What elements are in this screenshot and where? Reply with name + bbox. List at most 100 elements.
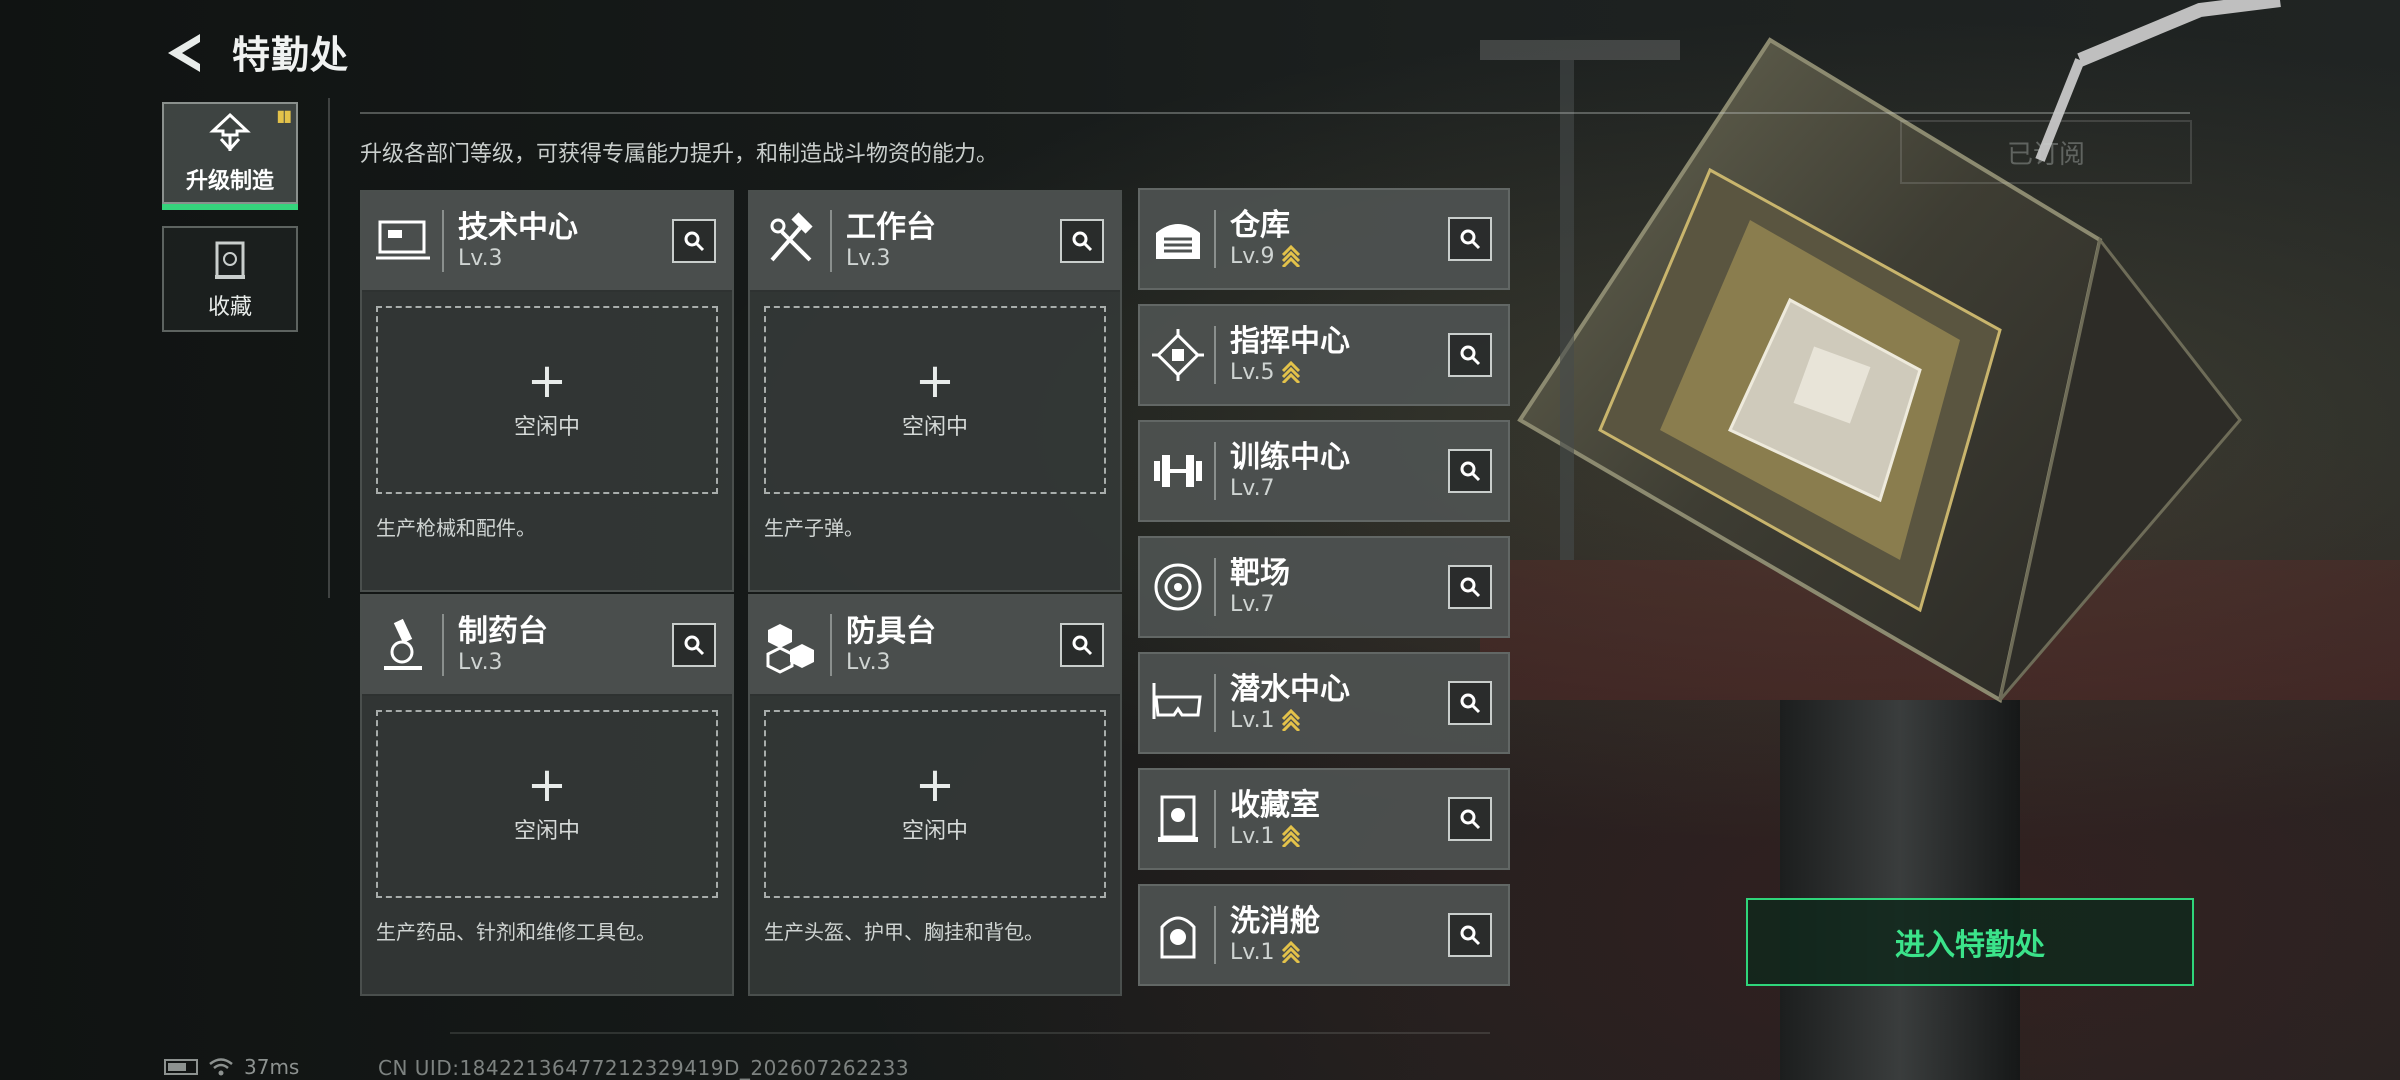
separator xyxy=(1214,674,1216,732)
separator xyxy=(1214,558,1216,616)
upgrade-chevron-icon xyxy=(1281,709,1300,732)
separator xyxy=(1214,326,1216,384)
ping-value: 37ms xyxy=(244,1055,300,1079)
magnifier-icon xyxy=(1460,577,1481,598)
facility-level: Lv.3 xyxy=(846,245,891,271)
upgrade-chevron-icon xyxy=(1281,941,1300,964)
facility-header[interactable]: 防具台 Lv.3 xyxy=(750,596,1120,696)
facility-card-armor: 防具台 Lv.3 + 空闲中 生产头盔、护甲、胸挂和背包。 xyxy=(748,594,1122,996)
nav-upgrade-craft[interactable]: ▮▮ 升级制造 xyxy=(162,102,298,210)
dept-card-training-center[interactable]: 训练中心 Lv.7 xyxy=(1138,420,1510,522)
facility-description: 生产头盔、护甲、胸挂和背包。 xyxy=(764,920,1044,944)
dept-card-collection-room[interactable]: 收藏室 Lv.1 xyxy=(1138,768,1510,870)
separator xyxy=(1214,790,1216,848)
plus-icon: + xyxy=(526,757,568,813)
separator xyxy=(1214,210,1216,268)
plus-icon: + xyxy=(526,353,568,409)
magnifier-icon xyxy=(1072,231,1093,252)
dept-name: 仓库 xyxy=(1230,208,1290,244)
production-slot[interactable]: + 空闲中 xyxy=(376,710,718,898)
magnifier-icon xyxy=(1072,635,1093,656)
dept-card-diving-center[interactable]: 潜水中心 Lv.1 xyxy=(1138,652,1510,754)
search-button[interactable] xyxy=(1448,913,1492,957)
slot-status: 空闲中 xyxy=(901,415,968,440)
facility-description: 生产药品、针剂和维修工具包。 xyxy=(376,920,656,944)
enter-special-ops-button[interactable]: 进入特勤处 xyxy=(1746,898,2194,986)
facility-description: 生产枪械和配件。 xyxy=(376,516,536,540)
search-button[interactable] xyxy=(1060,623,1104,667)
search-button[interactable] xyxy=(1448,681,1492,725)
back-arrow-icon[interactable] xyxy=(160,28,210,78)
dept-level: Lv.7 xyxy=(1230,591,1275,617)
slot-status: 空闲中 xyxy=(901,819,968,844)
dept-card-decon-chamber[interactable]: 洗消舱 Lv.1 xyxy=(1138,884,1510,986)
dept-card-command-center[interactable]: 指挥中心 Lv.5 xyxy=(1138,304,1510,406)
hazmat-icon xyxy=(1160,916,1196,959)
section-description: 升级各部门等级，可获得专属能力提升，和制造战斗物资的能力。 xyxy=(360,142,999,167)
separator xyxy=(1214,906,1216,964)
magnifier-icon xyxy=(1460,925,1481,946)
production-slot[interactable]: + 空闲中 xyxy=(764,710,1106,898)
dept-name: 指挥中心 xyxy=(1230,324,1350,360)
dept-card-warehouse[interactable]: 仓库 Lv.9 xyxy=(1138,188,1510,290)
dept-name: 靶场 xyxy=(1230,556,1290,592)
user-uid: CN UID:18422136477212329419D_20260726223… xyxy=(378,1056,910,1080)
dept-card-shooting-range[interactable]: 靶场 Lv.7 xyxy=(1138,536,1510,638)
magnifier-icon xyxy=(1460,229,1481,250)
facility-level: Lv.3 xyxy=(458,245,503,271)
target-icon xyxy=(1154,563,1202,611)
subscribed-button[interactable]: 已订阅 xyxy=(1900,120,2192,184)
dept-level: Lv.9 xyxy=(1230,243,1275,269)
magnifier-icon xyxy=(1460,693,1481,714)
status-bar: 37ms xyxy=(164,1055,300,1079)
separator xyxy=(830,210,832,272)
slot-status: 空闲中 xyxy=(513,415,580,440)
facility-card-tech-center: 技术中心 Lv.3 + 空闲中 生产枪械和配件。 xyxy=(360,190,734,592)
divider xyxy=(360,112,2190,114)
facility-name: 技术中心 xyxy=(458,210,578,246)
search-button[interactable] xyxy=(1448,565,1492,609)
search-button[interactable] xyxy=(1448,797,1492,841)
microscope-icon xyxy=(384,618,422,670)
separator xyxy=(1214,442,1216,500)
magnifier-icon xyxy=(1460,809,1481,830)
facility-description: 生产子弹。 xyxy=(764,516,864,540)
dept-level: Lv.1 xyxy=(1230,823,1275,849)
facility-header[interactable]: 制药台 Lv.3 xyxy=(362,596,732,696)
upgrade-arrow-icon xyxy=(209,112,251,152)
search-button[interactable] xyxy=(1060,219,1104,263)
search-button[interactable] xyxy=(1448,333,1492,377)
diving-mask-icon xyxy=(1152,683,1202,719)
plus-icon: + xyxy=(914,353,956,409)
production-slot[interactable]: + 空闲中 xyxy=(376,306,718,494)
page-title: 特勤处 xyxy=(232,33,350,77)
dumbbell-icon xyxy=(1154,455,1202,487)
facility-card-pharmacy: 制药台 Lv.3 + 空闲中 生产药品、针剂和维修工具包。 xyxy=(360,594,734,996)
facility-header[interactable]: 工作台 Lv.3 xyxy=(750,192,1120,292)
dept-name: 潜水中心 xyxy=(1230,672,1350,708)
dept-name: 训练中心 xyxy=(1230,440,1350,476)
search-button[interactable] xyxy=(672,623,716,667)
nav-collection[interactable]: 收藏 xyxy=(162,226,298,332)
collection-case-icon xyxy=(215,241,245,279)
facility-header[interactable]: 技术中心 Lv.3 xyxy=(362,192,732,292)
dept-name: 洗消舱 xyxy=(1230,904,1320,940)
slot-status: 空闲中 xyxy=(513,819,580,844)
search-button[interactable] xyxy=(672,219,716,263)
upgrade-chevron-icon xyxy=(1281,361,1300,384)
facility-name: 工作台 xyxy=(846,210,936,246)
dept-level: Lv.7 xyxy=(1230,475,1275,501)
warehouse-icon xyxy=(1156,224,1200,259)
separator xyxy=(830,614,832,676)
separator xyxy=(442,210,444,272)
upgrade-chevron-icon xyxy=(1281,825,1300,848)
nav-label: 收藏 xyxy=(207,295,252,320)
search-button[interactable] xyxy=(1448,217,1492,261)
search-button[interactable] xyxy=(1448,449,1492,493)
armor-blocks-icon xyxy=(766,624,814,674)
divider xyxy=(328,98,330,598)
plus-icon: + xyxy=(914,757,956,813)
upgrade-chevron-icon xyxy=(1281,245,1300,268)
divider xyxy=(450,1032,1490,1034)
production-slot[interactable]: + 空闲中 xyxy=(764,306,1106,494)
